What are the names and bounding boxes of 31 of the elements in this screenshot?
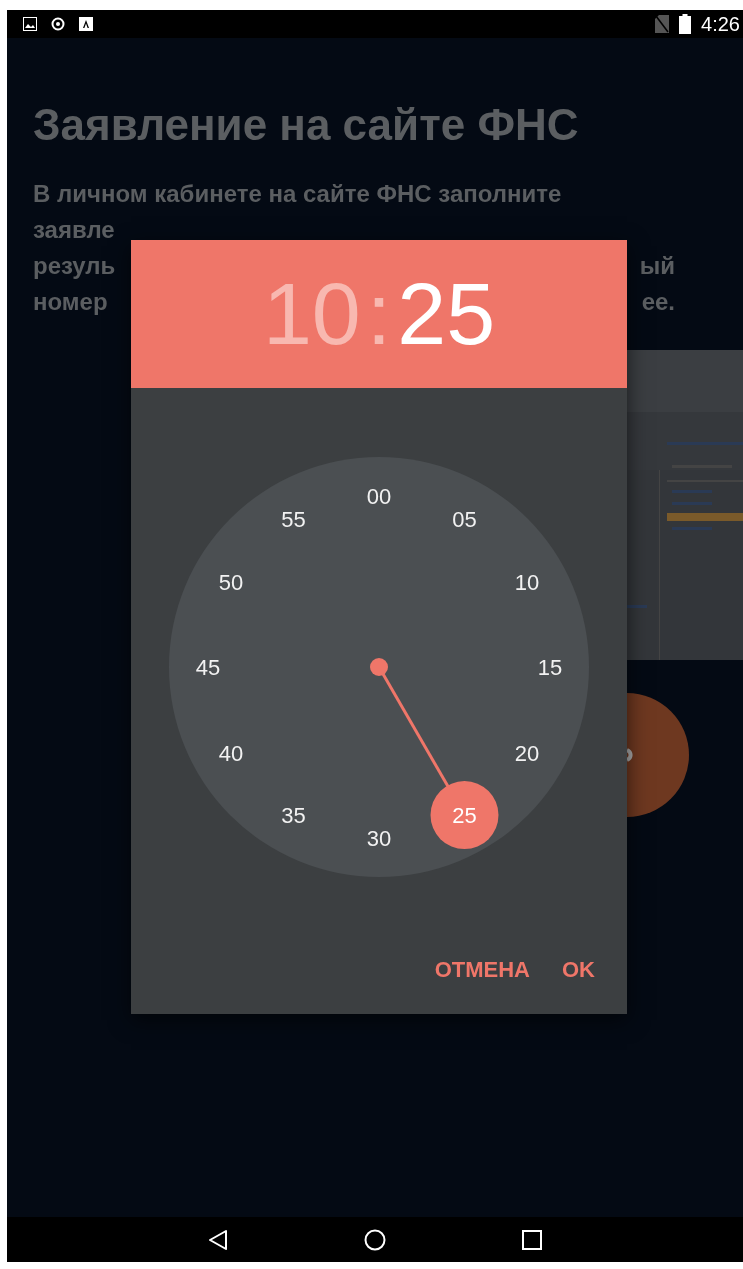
paragraph-text: резуль — [33, 251, 116, 281]
page-title: Заявление на сайте ФНС — [33, 100, 580, 150]
font-icon — [79, 17, 93, 31]
clock-face[interactable] — [169, 457, 589, 877]
dial-number[interactable]: 45 — [195, 655, 221, 680]
back-icon[interactable] — [208, 1228, 228, 1251]
target-icon — [51, 17, 65, 31]
no-sim-icon — [655, 15, 670, 33]
time-separator: : — [366, 263, 392, 365]
dial-number[interactable]: 40 — [218, 740, 244, 766]
dial-number[interactable]: 55 — [281, 506, 306, 532]
dial-number[interactable]: 00 — [366, 484, 392, 509]
paragraph-text: номер — [33, 287, 108, 317]
paragraph-text: В личном кабинете на сайте ФНС заполните — [33, 179, 562, 209]
image-icon — [23, 17, 37, 31]
dial-number[interactable]: 20 — [514, 740, 540, 766]
dial-number[interactable]: 15 — [537, 655, 563, 680]
ok-button[interactable]: OK — [550, 949, 607, 991]
home-icon[interactable] — [364, 1228, 386, 1251]
dial-number[interactable]: 05 — [452, 506, 477, 532]
cancel-button[interactable]: ОТМЕНА — [422, 949, 542, 991]
dial-number[interactable]: 35 — [281, 803, 306, 829]
dial-number[interactable]: 30 — [366, 826, 392, 851]
paragraph-text: ый — [639, 251, 675, 281]
dial-number[interactable]: 10 — [514, 569, 540, 595]
recents-icon[interactable] — [522, 1229, 542, 1250]
dial-number[interactable]: 50 — [218, 569, 244, 595]
paragraph-text: заявле — [33, 215, 115, 245]
clock-time: 4:26 — [701, 12, 740, 36]
battery-icon — [679, 14, 692, 34]
paragraph-text: ее. — [641, 287, 675, 317]
